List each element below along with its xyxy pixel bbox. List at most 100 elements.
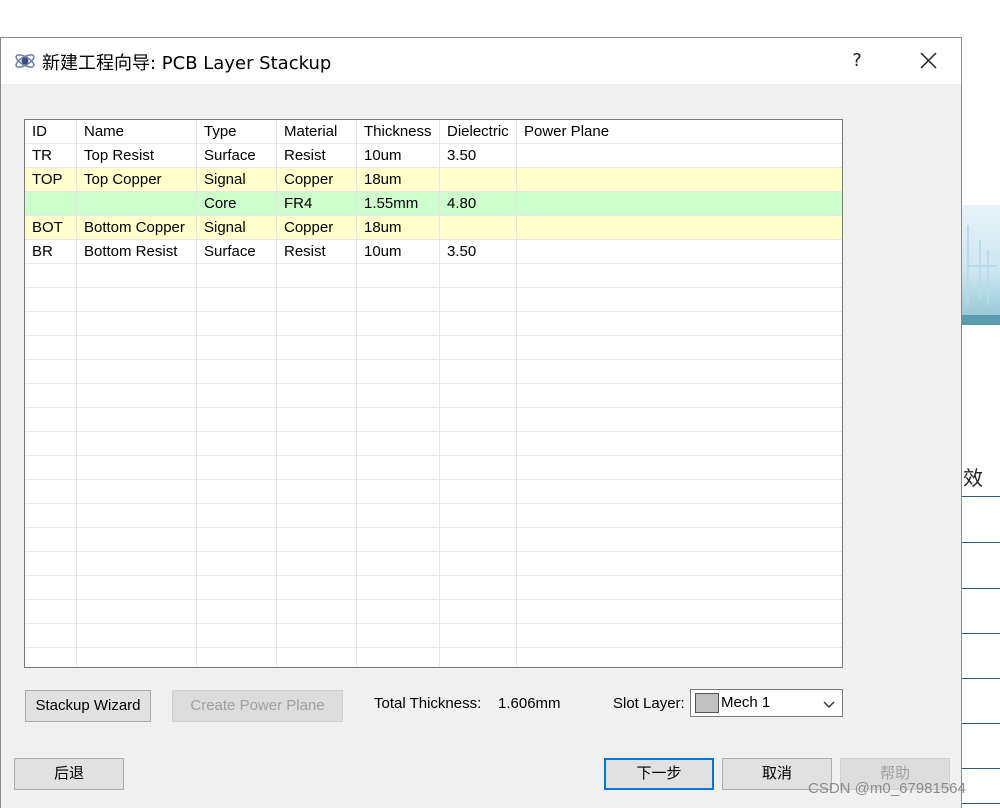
empty-cell[interactable] [77,288,197,312]
empty-cell[interactable] [25,336,77,360]
empty-cell[interactable] [77,456,197,480]
empty-cell[interactable] [357,336,440,360]
empty-cell[interactable] [77,648,197,667]
empty-cell[interactable] [77,528,197,552]
empty-row[interactable] [25,504,842,528]
empty-cell[interactable] [357,552,440,576]
table-row[interactable]: BR Bottom Resist Surface Resist 10um 3.5… [25,240,842,264]
cell-power-plane[interactable] [517,216,842,240]
empty-cell[interactable] [517,528,842,552]
empty-cell[interactable] [25,576,77,600]
empty-cell[interactable] [517,456,842,480]
help-button[interactable]: ? [837,44,877,78]
empty-row[interactable] [25,336,842,360]
empty-cell[interactable] [517,384,842,408]
table-row[interactable]: Core FR4 1.55mm 4.80 [25,192,842,216]
empty-cell[interactable] [77,552,197,576]
cell-name[interactable]: Bottom Resist [77,240,197,264]
cell-thickness[interactable]: 10um [357,144,440,168]
empty-row[interactable] [25,432,842,456]
empty-cell[interactable] [517,504,842,528]
empty-cell[interactable] [517,264,842,288]
table-row[interactable]: BOT Bottom Copper Signal Copper 18um [25,216,842,240]
empty-cell[interactable] [197,624,277,648]
empty-cell[interactable] [277,360,357,384]
cell-material[interactable]: Resist [277,144,357,168]
cell-dielectric[interactable] [440,216,517,240]
empty-cell[interactable] [357,576,440,600]
empty-cell[interactable] [77,432,197,456]
empty-cell[interactable] [197,480,277,504]
cell-thickness[interactable]: 18um [357,168,440,192]
empty-cell[interactable] [25,432,77,456]
empty-cell[interactable] [440,408,517,432]
empty-cell[interactable] [77,576,197,600]
empty-cell[interactable] [77,504,197,528]
empty-cell[interactable] [77,360,197,384]
empty-cell[interactable] [517,288,842,312]
empty-cell[interactable] [357,288,440,312]
empty-cell[interactable] [25,504,77,528]
empty-cell[interactable] [25,648,77,667]
cell-type[interactable]: Surface [197,240,277,264]
empty-row[interactable] [25,528,842,552]
empty-cell[interactable] [357,528,440,552]
empty-cell[interactable] [77,336,197,360]
cell-power-plane[interactable] [517,240,842,264]
empty-row[interactable] [25,576,842,600]
empty-row[interactable] [25,360,842,384]
empty-cell[interactable] [277,552,357,576]
empty-cell[interactable] [517,480,842,504]
back-button[interactable]: 后退 [14,758,124,790]
empty-cell[interactable] [440,624,517,648]
empty-cell[interactable] [197,504,277,528]
empty-cell[interactable] [517,336,842,360]
empty-cell[interactable] [517,552,842,576]
empty-cell[interactable] [357,264,440,288]
cell-material[interactable]: Copper [277,168,357,192]
empty-cell[interactable] [517,600,842,624]
cell-dielectric[interactable]: 4.80 [440,192,517,216]
empty-cell[interactable] [25,624,77,648]
cell-id[interactable]: BOT [25,216,77,240]
empty-row[interactable] [25,408,842,432]
cell-type[interactable]: Signal [197,168,277,192]
column-header-material[interactable]: Material [277,120,357,144]
empty-cell[interactable] [277,336,357,360]
empty-cell[interactable] [277,456,357,480]
empty-cell[interactable] [440,648,517,667]
column-header-type[interactable]: Type [197,120,277,144]
empty-cell[interactable] [277,600,357,624]
empty-cell[interactable] [357,432,440,456]
cell-name[interactable]: Bottom Copper [77,216,197,240]
empty-cell[interactable] [517,432,842,456]
empty-cell[interactable] [25,408,77,432]
empty-row[interactable] [25,552,842,576]
column-header-id[interactable]: ID [25,120,77,144]
empty-cell[interactable] [197,648,277,667]
close-button[interactable] [906,44,950,78]
empty-row[interactable] [25,264,842,288]
empty-row[interactable] [25,480,842,504]
empty-cell[interactable] [77,384,197,408]
empty-cell[interactable] [440,504,517,528]
empty-cell[interactable] [357,600,440,624]
empty-cell[interactable] [440,600,517,624]
empty-cell[interactable] [25,384,77,408]
empty-cell[interactable] [517,624,842,648]
stackup-wizard-button[interactable]: Stackup Wizard [25,690,151,722]
empty-cell[interactable] [357,480,440,504]
empty-cell[interactable] [440,360,517,384]
empty-cell[interactable] [440,288,517,312]
cell-dielectric[interactable] [440,168,517,192]
empty-cell[interactable] [440,432,517,456]
cell-name[interactable] [77,192,197,216]
empty-cell[interactable] [77,264,197,288]
empty-cell[interactable] [197,576,277,600]
empty-cell[interactable] [277,504,357,528]
cell-power-plane[interactable] [517,168,842,192]
empty-cell[interactable] [357,624,440,648]
empty-cell[interactable] [517,312,842,336]
empty-cell[interactable] [440,576,517,600]
empty-cell[interactable] [197,360,277,384]
